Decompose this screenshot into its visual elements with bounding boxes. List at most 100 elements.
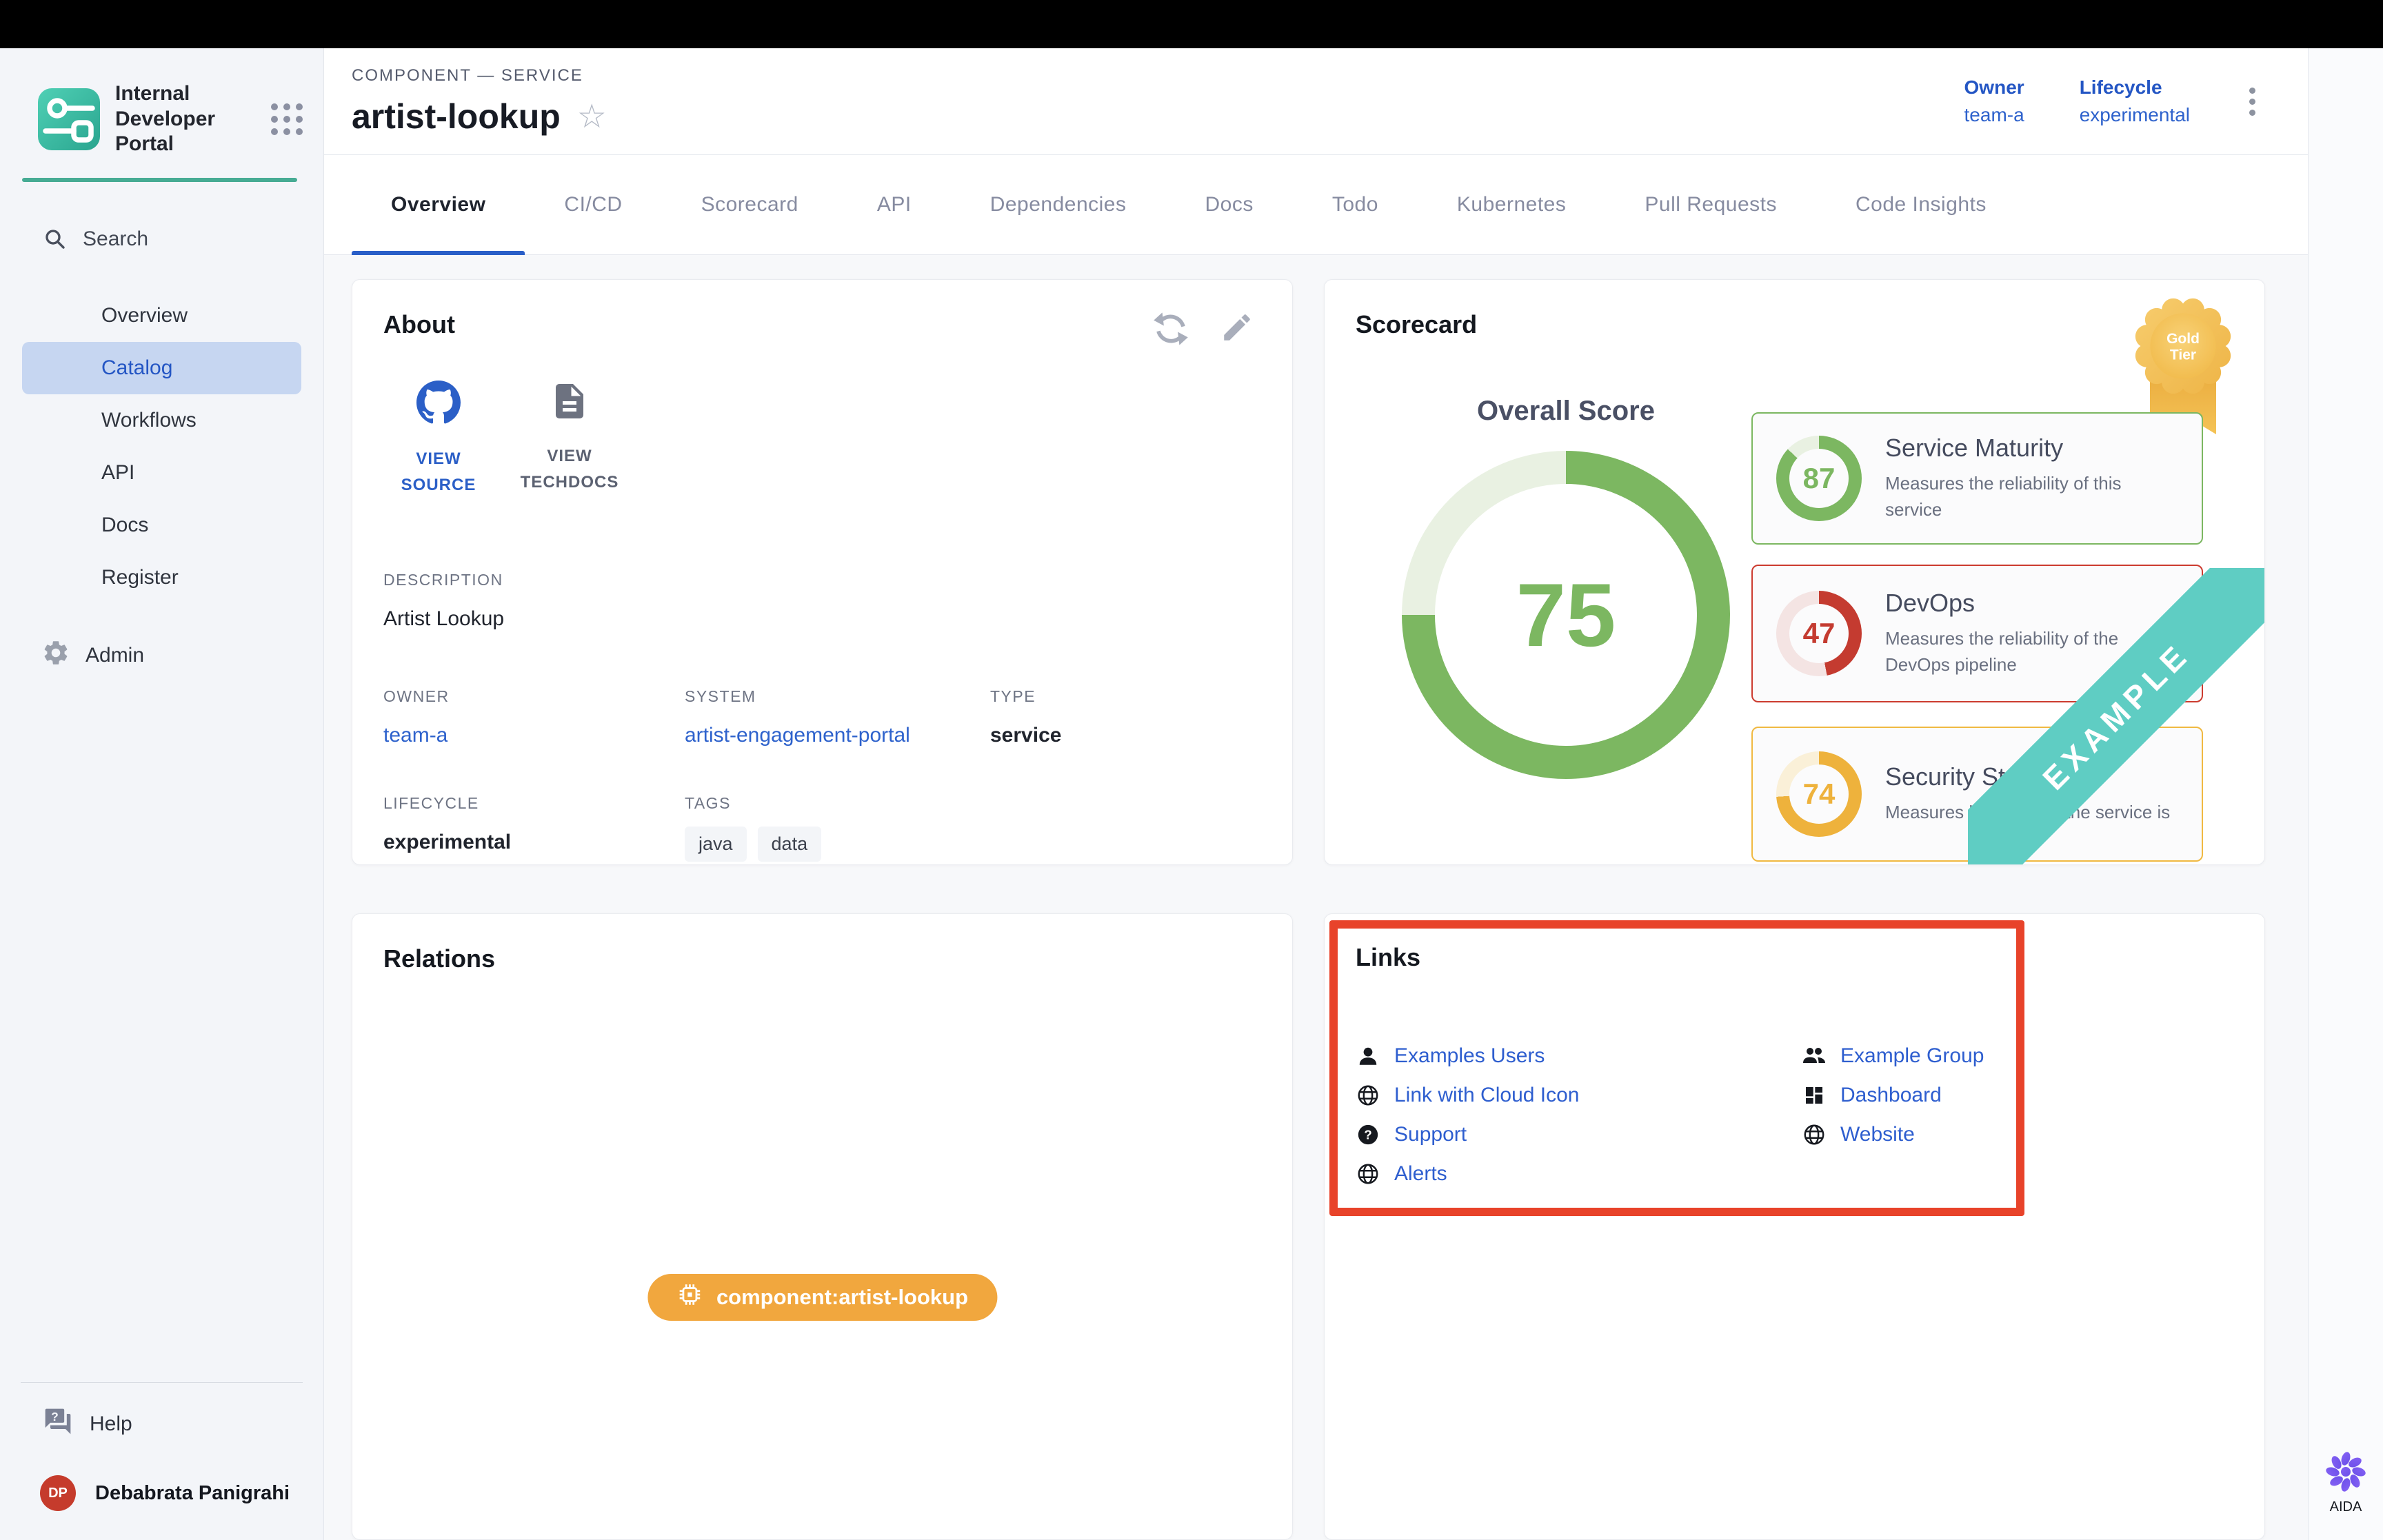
tab-kubernetes[interactable]: Kubernetes [1418, 155, 1605, 254]
link-dashboard[interactable]: Dashboard [1802, 1083, 1984, 1107]
link-support[interactable]: ? Support [1356, 1122, 1802, 1146]
lifecycle-meta: Lifecycle experimental [2080, 77, 2190, 126]
page-title: artist-lookup [352, 97, 561, 136]
scorecard-title: Scorecard [1356, 310, 2233, 339]
system-field-value[interactable]: artist-engagement-portal [685, 724, 990, 747]
owner-label: Owner [1964, 77, 2024, 99]
about-title: About [383, 310, 1261, 339]
right-gutter: AIDA [2308, 48, 2383, 1540]
gear-icon [41, 638, 70, 673]
app-window: Internal Developer Portal Search Overvie… [0, 48, 2383, 1540]
edit-pencil-icon[interactable] [1220, 310, 1254, 351]
relations-card: Relations [352, 913, 1293, 1540]
portal-title: Internal Developer Portal [115, 81, 256, 157]
view-source-label: VIEW SOURCE [383, 446, 494, 499]
tab-api[interactable]: API [838, 155, 951, 254]
overview-content: About [324, 255, 2308, 1540]
help-label: Help [90, 1412, 132, 1436]
link-examples-users[interactable]: Examples Users [1356, 1044, 1802, 1068]
relations-title: Relations [383, 944, 1261, 973]
link-website[interactable]: Website [1802, 1122, 1984, 1146]
favorite-star-icon[interactable]: ☆ [577, 100, 607, 133]
component-chip-icon [676, 1281, 703, 1313]
owner-value[interactable]: team-a [1964, 104, 2024, 126]
search-label: Search [83, 227, 148, 251]
lifecycle-label: Lifecycle [2080, 77, 2190, 99]
tags-field-label: TAGS [685, 794, 1261, 813]
about-card: About [352, 279, 1293, 865]
sidebar-item-overview[interactable]: Overview [22, 290, 301, 342]
entity-kind-eyebrow: COMPONENT — SERVICE [352, 66, 607, 85]
tag-chip[interactable]: java [685, 827, 747, 862]
lifecycle-field-label: LIFECYCLE [383, 794, 685, 813]
refresh-icon[interactable] [1152, 310, 1189, 351]
lifecycle-field-value: experimental [383, 831, 685, 854]
sidebar-item-docs[interactable]: Docs [22, 499, 301, 551]
metric-title: Security Standards [1885, 762, 2170, 791]
metric-ring: 74 [1776, 751, 1862, 837]
dashboard-icon [1802, 1084, 1827, 1106]
metric-service-maturity[interactable]: 87 Service Maturity Measures the reliabi… [1751, 412, 2203, 545]
view-techdocs-button[interactable]: VIEW TECHDOCS [514, 381, 625, 499]
view-source-button[interactable]: VIEW SOURCE [383, 381, 494, 499]
tab-dependencies[interactable]: Dependencies [951, 155, 1166, 254]
entity-tabs: Overview CI/CD Scorecard API Dependencie… [324, 155, 2308, 255]
link-cloud[interactable]: Link with Cloud Icon [1356, 1083, 1802, 1107]
metric-description: Measures the reliability of this service [1885, 471, 2178, 523]
people-icon [1802, 1044, 1827, 1068]
aida-label: AIDA [2330, 1499, 2362, 1515]
help-button[interactable]: ? Help [43, 1406, 303, 1442]
link-alerts[interactable]: Alerts [1356, 1162, 1802, 1186]
tab-code-insights[interactable]: Code Insights [1816, 155, 2026, 254]
metric-ring: 47 [1776, 591, 1862, 676]
brand: Internal Developer Portal [0, 48, 323, 157]
metric-title: DevOps [1885, 589, 2178, 618]
metric-description: Measures how secure the service is [1885, 800, 2170, 826]
svg-text:Gold: Gold [2166, 331, 2200, 347]
system-field-label: SYSTEM [685, 687, 990, 706]
link-example-group[interactable]: Example Group [1802, 1044, 1984, 1068]
tag-chip[interactable]: data [758, 827, 822, 862]
sidebar-search[interactable]: Search [43, 225, 303, 254]
aida-assistant-button[interactable]: AIDA [2324, 1450, 2368, 1515]
owner-field-value[interactable]: team-a [383, 724, 685, 747]
overall-score-value: 75 [1516, 563, 1616, 667]
user-menu[interactable]: DP Debabrata Panigrahi [40, 1475, 303, 1511]
github-icon [416, 381, 461, 428]
relation-node-chip[interactable]: component:artist-lookup [647, 1274, 997, 1321]
entity-header: COMPONENT — SERVICE artist-lookup ☆ Owne… [324, 48, 2308, 155]
svg-text:?: ? [51, 1410, 59, 1424]
search-icon [43, 225, 68, 254]
sidebar-item-catalog[interactable]: Catalog [22, 342, 301, 394]
sidebar-item-register[interactable]: Register [22, 551, 301, 604]
tab-overview[interactable]: Overview [352, 155, 525, 254]
globe-icon [1356, 1084, 1380, 1107]
tab-cicd[interactable]: CI/CD [525, 155, 661, 254]
sidebar-item-admin[interactable]: Admin [41, 638, 303, 673]
more-options-icon[interactable] [2245, 83, 2260, 120]
svg-text:?: ? [1364, 1128, 1372, 1142]
sidebar-divider [21, 1382, 303, 1383]
sidebar: Internal Developer Portal Search Overvie… [0, 48, 324, 1540]
tab-scorecard[interactable]: Scorecard [662, 155, 838, 254]
sidebar-item-workflows[interactable]: Workflows [22, 394, 301, 447]
person-icon [1356, 1044, 1380, 1068]
tab-docs[interactable]: Docs [1166, 155, 1293, 254]
metric-security-standards[interactable]: 74 Security Standards Measures how secur… [1751, 727, 2203, 862]
tab-pull-requests[interactable]: Pull Requests [1605, 155, 1816, 254]
system-top-bar [0, 0, 2383, 48]
brand-divider [22, 178, 297, 182]
owner-field-label: OWNER [383, 687, 685, 706]
overall-score-gauge: 75 [1402, 451, 1730, 779]
user-name: Debabrata Panigrahi [95, 1482, 290, 1505]
aida-flower-icon [2324, 1450, 2368, 1494]
sidebar-nav: Overview Catalog Workflows API Docs Regi… [0, 290, 323, 604]
view-techdocs-label: VIEW TECHDOCS [514, 443, 625, 496]
techdocs-document-icon [549, 381, 590, 425]
scorecard-card: Scorecard [1324, 279, 2265, 865]
description-label: DESCRIPTION [383, 571, 1261, 589]
metric-devops[interactable]: 47 DevOps Measures the reliability of th… [1751, 565, 2203, 702]
tab-todo[interactable]: Todo [1293, 155, 1418, 254]
sidebar-item-api[interactable]: API [22, 447, 301, 499]
apps-grid-icon[interactable] [271, 103, 303, 135]
